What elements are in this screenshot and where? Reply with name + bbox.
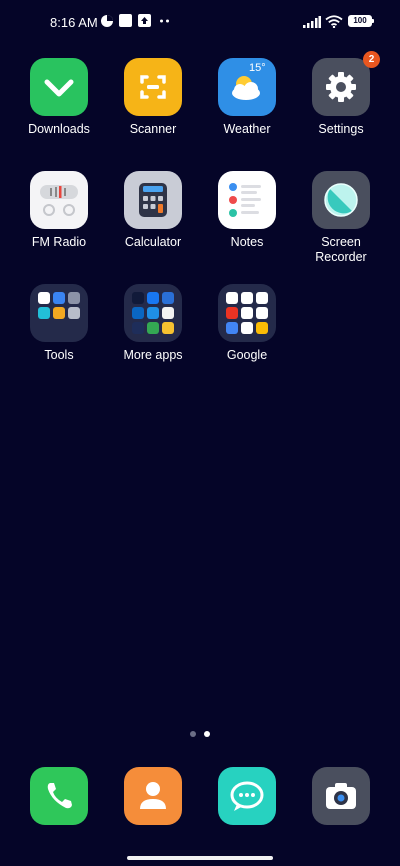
clock: 8:16 AM	[50, 15, 98, 30]
app-label: Settings	[318, 122, 364, 136]
mini-app-icon	[226, 292, 238, 304]
mini-app-icon	[162, 322, 174, 334]
battery-icon: 100	[348, 15, 372, 27]
mini-app-icon	[241, 307, 253, 319]
mini-app-icon	[38, 307, 50, 319]
status-bar: 8:16 AM 100	[0, 0, 400, 44]
app-weather[interactable]: 15° Weather	[200, 58, 294, 137]
app-scanner[interactable]: Scanner	[106, 58, 200, 137]
camera-icon	[312, 767, 370, 825]
mini-app-icon	[132, 307, 144, 319]
folder-tools[interactable]: Tools	[12, 284, 106, 363]
app-label: Google	[226, 348, 268, 362]
app-label: FM Radio	[31, 235, 87, 249]
app-settings[interactable]: 2 Settings	[294, 51, 388, 137]
battery-tip	[372, 19, 374, 23]
weather-temperature: 15°	[249, 62, 266, 74]
page-dot[interactable]	[190, 731, 196, 737]
mini-app-icon	[147, 292, 159, 304]
dock-contacts[interactable]	[106, 767, 200, 825]
home-indicator[interactable]	[127, 856, 273, 860]
dock-camera[interactable]	[294, 767, 388, 825]
mini-app-icon	[53, 292, 65, 304]
app-fm-radio[interactable]: FM Radio	[12, 171, 106, 250]
app-calculator[interactable]: Calculator	[106, 171, 200, 250]
battery-level: 100	[353, 16, 367, 25]
mini-app-icon	[68, 307, 80, 319]
mini-app-icon	[256, 292, 268, 304]
mini-app-icon	[53, 307, 65, 319]
app-label: Tools	[44, 348, 74, 362]
upload-notification-icon	[138, 14, 151, 27]
mini-app-icon	[132, 322, 144, 334]
app-downloads[interactable]: Downloads	[12, 58, 106, 137]
app-notes[interactable]: Notes	[200, 171, 294, 250]
page-indicator	[0, 731, 400, 739]
download-icon	[30, 58, 88, 116]
notification-badge: 2	[363, 51, 380, 68]
screen-recorder-icon	[312, 171, 370, 229]
notes-icon	[218, 171, 276, 229]
folder-google[interactable]: Google	[200, 284, 294, 363]
mini-app-icon	[162, 292, 174, 304]
radio-icon	[30, 171, 88, 229]
mini-app-icon	[241, 322, 253, 334]
app-label: Calculator	[124, 235, 182, 249]
mini-app-icon	[68, 292, 80, 304]
folder-icon	[30, 284, 88, 342]
notification-app-icon	[101, 15, 113, 27]
folder-icon	[124, 284, 182, 342]
folder-more-apps[interactable]: More apps	[106, 284, 200, 363]
phone-icon	[30, 767, 88, 825]
more-notifications-icon	[160, 19, 169, 23]
contacts-icon	[124, 767, 182, 825]
mini-app-icon	[256, 307, 268, 319]
signal-icon	[303, 16, 321, 28]
scanner-icon	[124, 58, 182, 116]
page-dot-current[interactable]	[204, 731, 210, 737]
notification-square-icon	[119, 14, 132, 27]
app-label: Scanner	[129, 122, 177, 136]
calculator-icon	[124, 171, 182, 229]
wifi-icon	[325, 15, 343, 28]
dock-phone[interactable]	[12, 767, 106, 825]
mini-app-icon	[241, 292, 253, 304]
gear-icon: 2	[312, 51, 380, 116]
app-label: Screen Recorder	[315, 235, 367, 264]
app-label: More apps	[123, 348, 183, 362]
messages-icon	[218, 767, 276, 825]
mini-app-icon	[38, 292, 50, 304]
mini-app-icon	[147, 307, 159, 319]
app-label: Weather	[223, 122, 271, 136]
weather-icon: 15°	[218, 58, 276, 116]
mini-app-icon	[132, 292, 144, 304]
app-label: Downloads	[28, 122, 90, 136]
folder-icon	[218, 284, 276, 342]
mini-app-icon	[147, 322, 159, 334]
app-label: Notes	[230, 235, 264, 249]
mini-app-icon	[256, 322, 268, 334]
app-screen-recorder[interactable]: Screen Recorder	[294, 171, 388, 265]
dock-messages[interactable]	[200, 767, 294, 825]
mini-app-icon	[162, 307, 174, 319]
mini-app-icon	[226, 307, 238, 319]
mini-app-icon	[226, 322, 238, 334]
